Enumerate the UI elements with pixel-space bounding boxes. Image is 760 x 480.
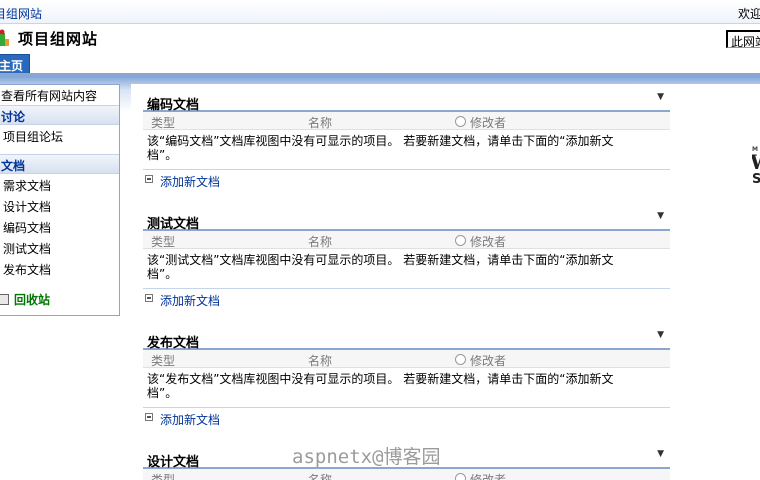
welcome-menu[interactable]: 欢迎 [738, 5, 760, 22]
nav-item-requirements-docs[interactable]: 需求文档 [0, 175, 119, 195]
recycle-bin-icon [0, 294, 9, 305]
empty-list-message: 该“发布文档”文档库视图中没有可显示的项目。 若要新建文档，请单击下面的“添加新… [143, 368, 670, 408]
webpart-title[interactable]: 测试文档 [147, 213, 199, 232]
svg-text:W: W [752, 150, 760, 174]
column-header-type[interactable]: 类型 [151, 233, 175, 250]
recycle-bin-label: 回收站 [14, 293, 51, 307]
modified-by-icon [455, 473, 466, 480]
nav-item-coding-docs[interactable]: 编码文档 [0, 217, 119, 237]
nav-header-documents[interactable]: 文档 [0, 154, 119, 174]
webpart-title[interactable]: 编码文档 [147, 94, 199, 113]
svg-text:S: S [752, 172, 760, 185]
nav-item-project-forum[interactable]: 项目组论坛 [0, 126, 119, 146]
webpart-title-bar: 编码文档 ▼ [143, 90, 670, 113]
watermark-text: aspnetx@博客园 [292, 446, 441, 468]
column-header-modified-by[interactable]: 修改者 [470, 471, 506, 480]
webpart-test-docs: 测试文档 ▼ 类型 名称 修改者 该“测试文档”文档库视图中没有可显示的项目。 … [143, 209, 670, 309]
webpart-menu-icon[interactable]: ▼ [657, 211, 664, 221]
nav-item-design-docs[interactable]: 设计文档 [0, 196, 119, 216]
webpart-menu-icon[interactable]: ▼ [657, 330, 664, 340]
modified-by-icon [455, 235, 466, 246]
search-scope-select[interactable]: 此网站 [726, 30, 760, 48]
webpart-title[interactable]: 发布文档 [147, 332, 199, 351]
column-header-row: 类型 名称 修改者 [143, 231, 670, 249]
add-new-document-link[interactable]: 添加新文档 [160, 173, 220, 190]
webpart-release-docs: 发布文档 ▼ 类型 名称 修改者 该“发布文档”文档库视图中没有可显示的项目。 … [143, 328, 670, 428]
sharepoint-logo-icon: M W S [749, 143, 760, 187]
webpart-title[interactable]: 设计文档 [147, 451, 199, 470]
nav-header-discussions[interactable]: 讨论 [0, 105, 119, 125]
add-icon [145, 175, 153, 183]
column-header-row: 类型 名称 修改者 [143, 112, 670, 130]
column-header-modified-by[interactable]: 修改者 [470, 352, 506, 369]
webpart-menu-icon[interactable]: ▼ [657, 92, 664, 102]
column-header-type[interactable]: 类型 [151, 471, 175, 480]
top-nav-tabs: 主页 [0, 54, 760, 76]
modified-by-icon [455, 116, 466, 127]
add-icon [145, 413, 153, 421]
site-title[interactable]: 项目组网站 [18, 28, 98, 49]
column-header-name[interactable]: 名称 [308, 471, 332, 480]
column-header-type[interactable]: 类型 [151, 352, 175, 369]
nav-item-test-docs[interactable]: 测试文档 [0, 238, 119, 258]
add-new-document-row: 添加新文档 [143, 170, 670, 190]
quick-launch: 查看所有网站内容 讨论 项目组论坛 文档 需求文档 设计文档 编码文档 测试文档… [0, 84, 120, 316]
webpart-menu-icon[interactable]: ▼ [657, 449, 664, 459]
site-breadcrumb-link[interactable]: 目组网站 [0, 5, 42, 22]
add-new-document-row: 添加新文档 [143, 408, 670, 428]
column-header-row: 类型 名称 修改者 [143, 469, 670, 480]
column-header-modified-by[interactable]: 修改者 [470, 233, 506, 250]
column-header-row: 类型 名称 修改者 [143, 350, 670, 368]
recycle-bin-link[interactable]: 回收站 [0, 289, 119, 309]
column-header-name[interactable]: 名称 [308, 233, 332, 250]
tab-home[interactable]: 主页 [0, 54, 30, 73]
webpart-title-bar: 测试文档 ▼ [143, 209, 670, 232]
add-new-document-link[interactable]: 添加新文档 [160, 292, 220, 309]
column-header-modified-by[interactable]: 修改者 [470, 114, 506, 131]
column-header-name[interactable]: 名称 [308, 114, 332, 131]
view-all-site-content-link[interactable]: 查看所有网站内容 [0, 85, 119, 105]
empty-list-message: 该“测试文档”文档库视图中没有可显示的项目。 若要新建文档，请单击下面的“添加新… [143, 249, 670, 289]
site-title-area: 项目组网站 此网站 [0, 24, 760, 54]
add-new-document-row: 添加新文档 [143, 289, 670, 309]
add-new-document-link[interactable]: 添加新文档 [160, 411, 220, 428]
modified-by-icon [455, 354, 466, 365]
column-header-name[interactable]: 名称 [308, 352, 332, 369]
webpart-title-bar: 发布文档 ▼ [143, 328, 670, 351]
nav-item-release-docs[interactable]: 发布文档 [0, 259, 119, 279]
column-header-type[interactable]: 类型 [151, 114, 175, 131]
add-icon [145, 294, 153, 302]
top-link-bar: 目组网站 欢迎 [0, 0, 760, 24]
site-logo-icon [0, 29, 10, 47]
webpart-coding-docs: 编码文档 ▼ 类型 名称 修改者 该“编码文档”文档库视图中没有可显示的项目。 … [143, 90, 670, 190]
empty-list-message: 该“编码文档”文档库视图中没有可显示的项目。 若要新建文档，请单击下面的“添加新… [143, 130, 670, 170]
